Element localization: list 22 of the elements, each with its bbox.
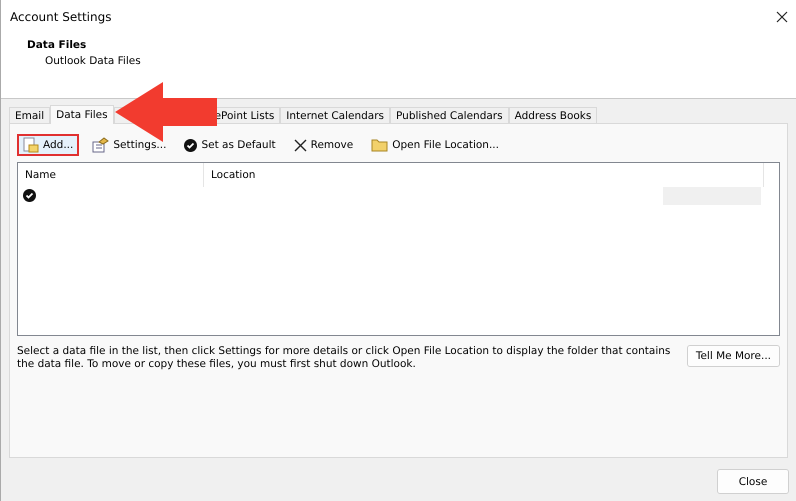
- tab[interactable]: Internet Calendars: [280, 107, 390, 123]
- column-header[interactable]: Name: [18, 163, 204, 187]
- tab[interactable]: Address Books: [508, 107, 598, 123]
- tell-me-more-button[interactable]: Tell Me More...: [686, 345, 780, 367]
- tab[interactable]: Data Files: [50, 105, 114, 124]
- window-title: Account Settings: [10, 10, 112, 24]
- description-text: Select a data file in the list, then click Settings for more details or click Open File Location to display the folder that contains the data file. To move or copy these files, you must first shut down Outlook.: [17, 345, 672, 371]
- check-circle-icon: [184, 138, 198, 152]
- file-add-icon: [23, 137, 39, 153]
- folder-icon: [371, 138, 388, 152]
- tab[interactable]: Published Calendars: [390, 107, 509, 123]
- section-subtitle: Outlook Data Files: [45, 55, 142, 67]
- toolbar-button[interactable]: Set as Default: [178, 134, 282, 156]
- tab[interactable]: Email: [9, 107, 50, 123]
- toolbar-button[interactable]: Open File Location...: [365, 134, 505, 156]
- x-icon: [294, 138, 307, 152]
- section-title: Data Files: [27, 39, 88, 51]
- settings-icon: [91, 137, 110, 153]
- close-icon[interactable]: [776, 11, 788, 23]
- toolbar-button[interactable]: Add...: [17, 134, 80, 156]
- toolbar-button[interactable]: Remove: [288, 134, 360, 156]
- close-button[interactable]: Close: [717, 469, 789, 494]
